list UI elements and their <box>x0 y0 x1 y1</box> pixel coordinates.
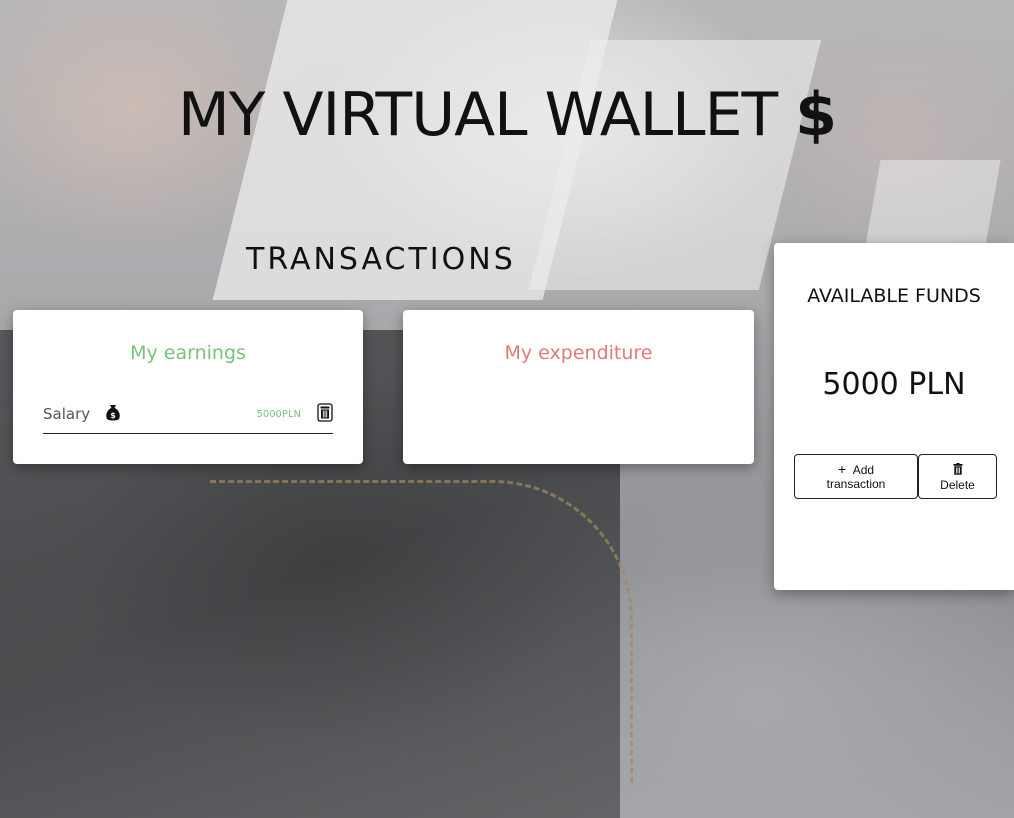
transaction-amount: 5000PLN <box>256 409 301 420</box>
funds-value: 5000 PLN <box>822 367 966 402</box>
page-title-text: MY VIRTUAL WALLET <box>178 80 778 150</box>
earnings-heading: My earnings <box>130 342 246 364</box>
expenditure-heading: My expenditure <box>504 342 653 364</box>
earnings-card: My earnings Salary $ 5000PLN <box>13 310 363 464</box>
trash-icon <box>953 463 963 476</box>
add-transaction-button[interactable]: + Add transaction <box>794 454 918 499</box>
delete-button-label: Delete <box>940 478 975 492</box>
svg-text:$: $ <box>110 411 116 420</box>
available-funds-card: AVAILABLE FUNDS 5000 PLN + Add transacti… <box>774 243 1014 590</box>
funds-label: AVAILABLE FUNDS <box>807 285 981 307</box>
page-title: MY VIRTUAL WALLET $ <box>0 80 1014 150</box>
dollar-icon: $ <box>795 80 837 150</box>
delete-button[interactable]: Delete <box>918 454 997 499</box>
transaction-row: Salary $ 5000PLN <box>43 398 333 434</box>
transaction-name: Salary <box>43 405 91 423</box>
background-zipper <box>210 480 633 783</box>
plus-icon: + <box>837 461 847 477</box>
expenditure-card: My expenditure <box>403 310 754 464</box>
money-bag-icon: $ <box>105 404 121 422</box>
add-button-label-line1: Add <box>852 463 875 477</box>
trash-icon[interactable] <box>317 403 333 422</box>
add-button-label-line2: transaction <box>826 477 886 491</box>
transactions-title: TRANSACTIONS <box>246 242 516 277</box>
